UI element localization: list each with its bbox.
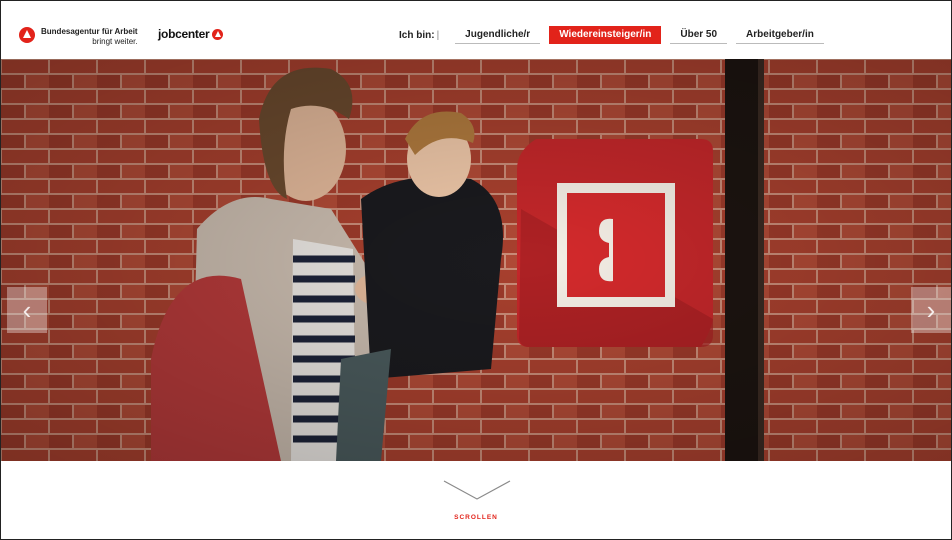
nav-separator: | — [436, 29, 440, 41]
nav-item-jugendliche[interactable]: Jugendliche/r — [455, 26, 541, 44]
jobcenter-logo-icon — [212, 28, 224, 40]
hero-slider: ‹ › — [1, 59, 951, 461]
nav-item-ueber-50[interactable]: Über 50 — [670, 26, 728, 44]
chevron-left-icon: ‹ — [22, 294, 32, 325]
site-header: Bundesagentur für Arbeit bringt weiter. … — [1, 1, 951, 59]
chevron-down-icon — [443, 480, 511, 500]
slider-prev-button[interactable]: ‹ — [7, 287, 47, 333]
nav-item-wiedereinsteiger[interactable]: Wiedereinsteiger/in — [549, 26, 662, 44]
ba-logo-icon — [19, 27, 35, 43]
ba-name: Bundesagentur für Arbeit — [41, 27, 138, 36]
scroll-label: SCROLLEN — [454, 514, 498, 521]
scroll-hint[interactable]: SCROLLEN — [1, 461, 951, 539]
audience-nav: Ich bin: | Jugendliche/r Wiedereinsteige… — [399, 25, 833, 45]
slider-next-button[interactable]: › — [911, 287, 951, 333]
nav-item-arbeitgeber[interactable]: Arbeitgeber/in — [736, 26, 824, 44]
page-frame: Bundesagentur für Arbeit bringt weiter. … — [0, 0, 952, 540]
jobcenter-wordmark: jobcenter — [158, 27, 210, 41]
hero-image — [1, 59, 951, 461]
chevron-right-icon: › — [926, 294, 936, 325]
ba-claim: bringt weiter. — [92, 37, 138, 46]
nav-label: Ich bin: — [399, 29, 435, 41]
ba-logo[interactable]: Bundesagentur für Arbeit bringt weiter. — [19, 27, 138, 47]
jobcenter-logo[interactable]: jobcenter — [158, 27, 224, 41]
